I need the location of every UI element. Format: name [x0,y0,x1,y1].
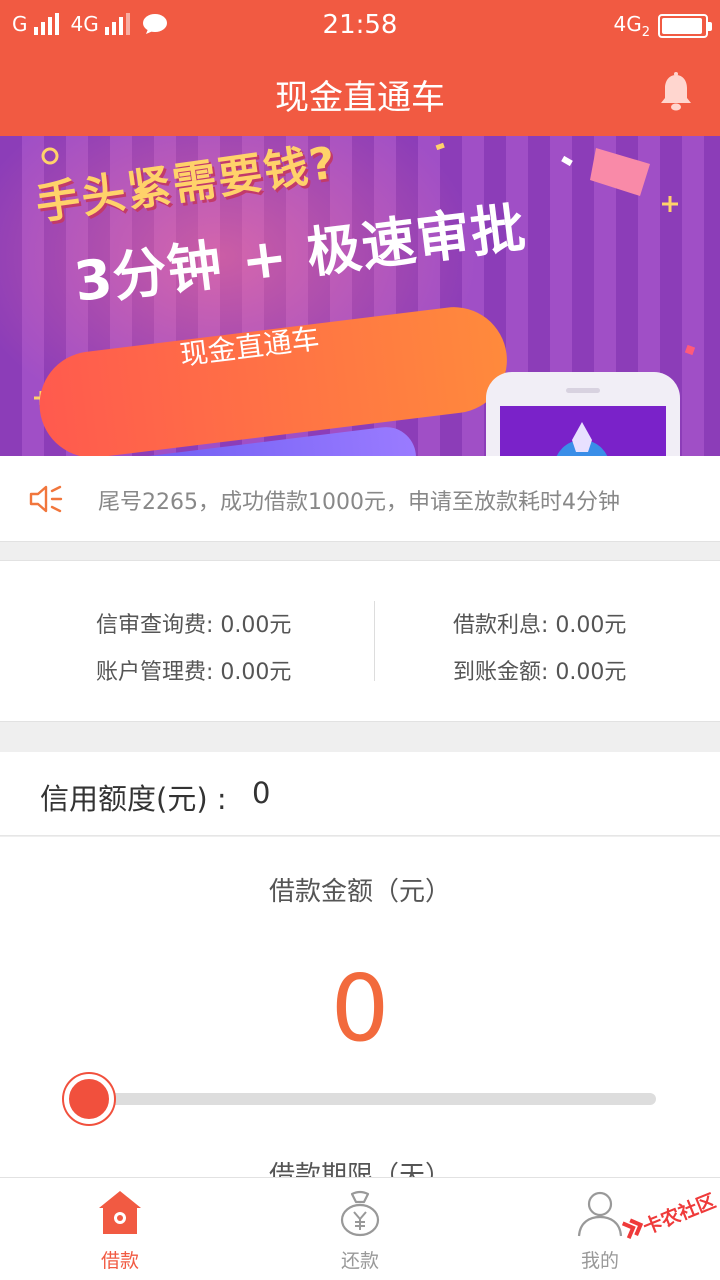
phone-illustration [486,372,680,456]
loan-amount-label: 借款金额（元） [268,877,451,907]
tab-repay[interactable]: 还款 [240,1178,480,1280]
loan-amount-value: 0 [330,955,390,1062]
house-icon [99,1191,141,1234]
fee-divider [374,601,375,681]
tab-mine-label: 我的 [580,1250,619,1272]
status-time: 21:58 [322,10,398,40]
status-right: 4G2 [613,12,712,40]
loan-amount-section: 借款金额（元） 0 借款期限（天） [0,837,720,1177]
loan-amount-slider-thumb[interactable] [64,1074,114,1124]
notice-bar: 尾号2265，成功借款1000元，申请至放款耗时4分钟 [0,456,720,542]
bottom-tab-bar: 借款 还款 我的 [0,1177,720,1280]
tab-repay-label: 还款 [340,1250,379,1272]
status-bar: G 4G 21:58 4G2 [0,0,720,52]
tab-borrow-label: 借款 [100,1250,139,1272]
tab-borrow[interactable]: 借款 [0,1178,240,1280]
money-bag-icon [340,1190,380,1237]
credit-limit-value: 0 [252,776,271,810]
credit-limit-row: 信用额度(元) : 0 [0,752,720,836]
speaker-icon [29,485,63,513]
rocket-planet-icon [556,422,608,456]
account-management-fee: 账户管理费: 0.00元 [96,660,292,685]
credit-limit-label: 信用额度(元) : [40,782,227,816]
credit-check-fee: 信审查询费: 0.00元 [96,613,292,638]
network-label: 4G2 [613,12,650,40]
interest-fee: 借款利息: 0.00元 [453,613,627,638]
page-title: 现金直通车 [275,78,445,118]
loan-term-label: 借款期限（天） [268,1161,451,1177]
fee-summary: 信审查询费: 0.00元 借款利息: 0.00元 账户管理费: 0.00元 到账… [0,560,720,722]
notice-text: 尾号2265，成功借款1000元，申请至放款耗时4分钟 [98,490,620,515]
app-header: G 4G 21:58 4G2 现金直通车 [0,0,720,136]
watermark-text: 卡农社区 [640,1189,719,1239]
loan-amount-slider-track[interactable] [88,1093,656,1105]
battery-icon [658,14,712,38]
bell-icon[interactable] [658,72,694,112]
received-amount: 到账金额: 0.00元 [453,660,627,685]
